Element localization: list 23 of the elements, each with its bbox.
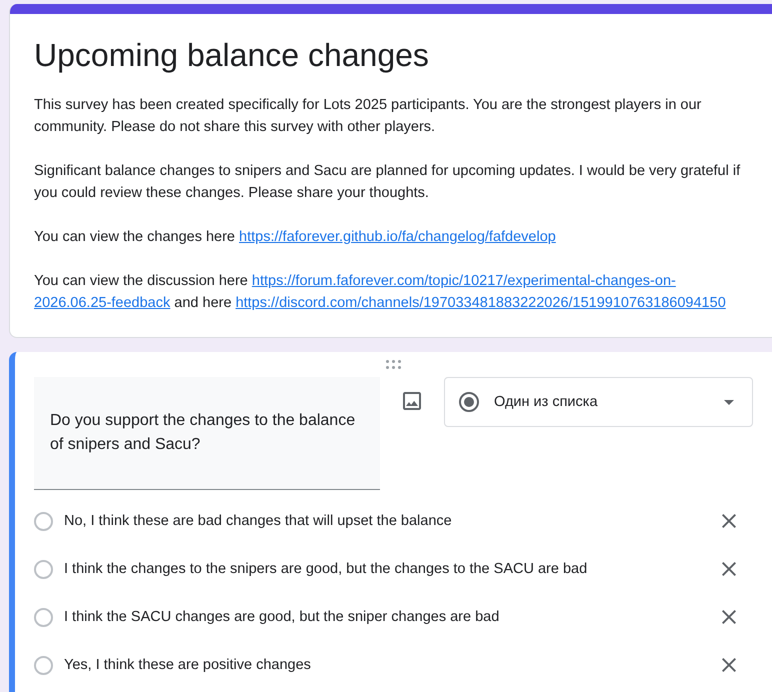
option-label: Yes, I think these are positive changes (64, 656, 312, 675)
description-text: You can view the changes here https://faforever.github.io/fa/changelog/fafdevelop (34, 226, 764, 248)
option-label: I think the SACU changes are good, but the sniper changes are bad (64, 608, 500, 627)
close-icon (722, 562, 736, 576)
option-label: I think the changes to the snipers are good, but the changes to the SACU are bad (64, 560, 588, 579)
radio-button-icon (459, 392, 479, 412)
drag-handle-icon[interactable] (386, 360, 401, 369)
link[interactable]: https://forum.faforever.com/topic/10217/experimental-changes-on- (252, 270, 676, 292)
option-label: No, I think these are bad changes that will upset the balance (64, 512, 453, 531)
close-icon (722, 658, 736, 672)
close-icon (722, 514, 736, 528)
description-text: Significant balance changes to snipers and Sacu are planned for upcoming updates. I would be very grateful if you could review these changes. Please share your thoughts. (34, 162, 742, 203)
link[interactable]: https://discord.com/channels/197033481883222026/1519910763186094150 (236, 292, 726, 314)
form-title: Upcoming balance changes (34, 36, 430, 75)
link[interactable]: https://faforever.github.io/fa/changelog/fafdevelop (239, 226, 556, 248)
description-text: You can view the discussion here https://forum.faforever.com/topic/10217/experimental-changes-on- 2026.06.25-feedback and here https://discord.com/channels/197033481883222026/1519910763186094150 (34, 270, 764, 314)
image-icon (403, 392, 421, 410)
link[interactable]: 2026.06.25-feedback (34, 292, 170, 314)
question-field[interactable]: Do you support the changes to the balance of snipers and Sacu? (34, 377, 380, 490)
description-text: This survey has been created specifically for Lots 2025 participants. You are the strongest players in our community. Please do not share this survey with other players. (34, 96, 702, 137)
close-icon (722, 610, 736, 624)
question-type-dropdown[interactable]: Один из списка (444, 377, 753, 427)
caret-icon (724, 400, 734, 404)
